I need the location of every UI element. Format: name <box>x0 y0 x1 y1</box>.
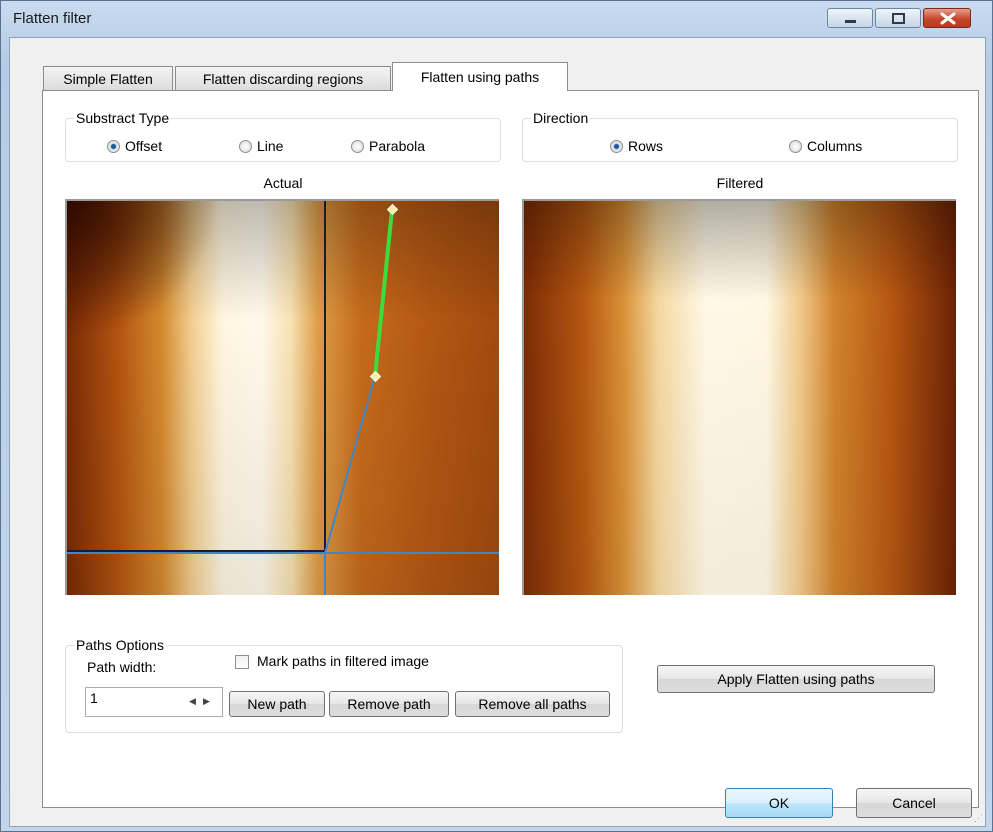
radio-offset-label: Offset <box>125 138 163 154</box>
path-width-value: 1 <box>90 690 98 706</box>
radio-offset-indicator[interactable] <box>107 140 120 153</box>
substract-type-legend: Substract Type <box>76 110 170 126</box>
tab-flatten-discarding-regions[interactable]: Flatten discarding regions <box>175 66 391 90</box>
radio-line-label: Line <box>257 138 284 154</box>
radio-columns-label: Columns <box>807 138 863 154</box>
radio-columns-indicator[interactable] <box>789 140 802 153</box>
cancel-button[interactable]: Cancel <box>856 788 972 818</box>
tab-flatten-using-paths[interactable]: Flatten using paths <box>392 62 568 91</box>
tab-simple-flatten[interactable]: Simple Flatten <box>43 66 173 90</box>
apply-flatten-button[interactable]: Apply Flatten using paths <box>657 665 935 693</box>
radio-rows-label: Rows <box>628 138 664 154</box>
afm-shade-filtered <box>524 201 956 595</box>
spin-left-icon[interactable]: ◀ <box>189 696 196 707</box>
substract-type-group: Substract Type <box>65 110 501 162</box>
maximize-icon <box>892 13 905 24</box>
radio-rows-indicator[interactable] <box>610 140 623 153</box>
tab-panel: Substract Type Offset Line Parabola Dire… <box>42 90 979 808</box>
maximize-button[interactable] <box>875 8 921 28</box>
remove-path-button[interactable]: Remove path <box>329 691 449 717</box>
minimize-icon <box>845 20 856 23</box>
actual-caption: Actual <box>263 175 303 191</box>
resize-grip-icon[interactable]: ⋰ <box>974 813 983 824</box>
mark-paths-checkbox[interactable] <box>235 655 249 669</box>
mark-paths-label: Mark paths in filtered image <box>257 653 429 669</box>
afm-corner-shadow <box>67 201 499 595</box>
actual-image[interactable] <box>65 199 499 595</box>
direction-group: Direction <box>522 110 958 162</box>
minimize-button[interactable] <box>827 8 873 28</box>
radio-parabola-label: Parabola <box>369 138 426 154</box>
spin-right-icon[interactable]: ▶ <box>203 696 210 707</box>
close-icon <box>940 12 956 25</box>
filtered-caption: Filtered <box>716 175 764 191</box>
remove-all-paths-button[interactable]: Remove all paths <box>455 691 610 717</box>
path-width-label: Path width: <box>87 659 157 675</box>
ok-button[interactable]: OK <box>725 788 833 818</box>
paths-options-group: Paths Options <box>65 637 623 733</box>
paths-options-legend: Paths Options <box>76 637 164 653</box>
dialog-client-area: Simple Flatten Flatten discarding region… <box>9 37 986 827</box>
radio-parabola-indicator[interactable] <box>351 140 364 153</box>
radio-line-indicator[interactable] <box>239 140 252 153</box>
window-title: Flatten filter <box>13 10 92 27</box>
title-bar[interactable]: Flatten filter <box>1 1 992 37</box>
dialog-window: Flatten filter Simple Flatten Flatten di… <box>0 0 993 832</box>
direction-legend: Direction <box>533 110 589 126</box>
close-button[interactable] <box>923 8 971 28</box>
new-path-button[interactable]: New path <box>229 691 325 717</box>
filtered-image <box>522 199 956 595</box>
